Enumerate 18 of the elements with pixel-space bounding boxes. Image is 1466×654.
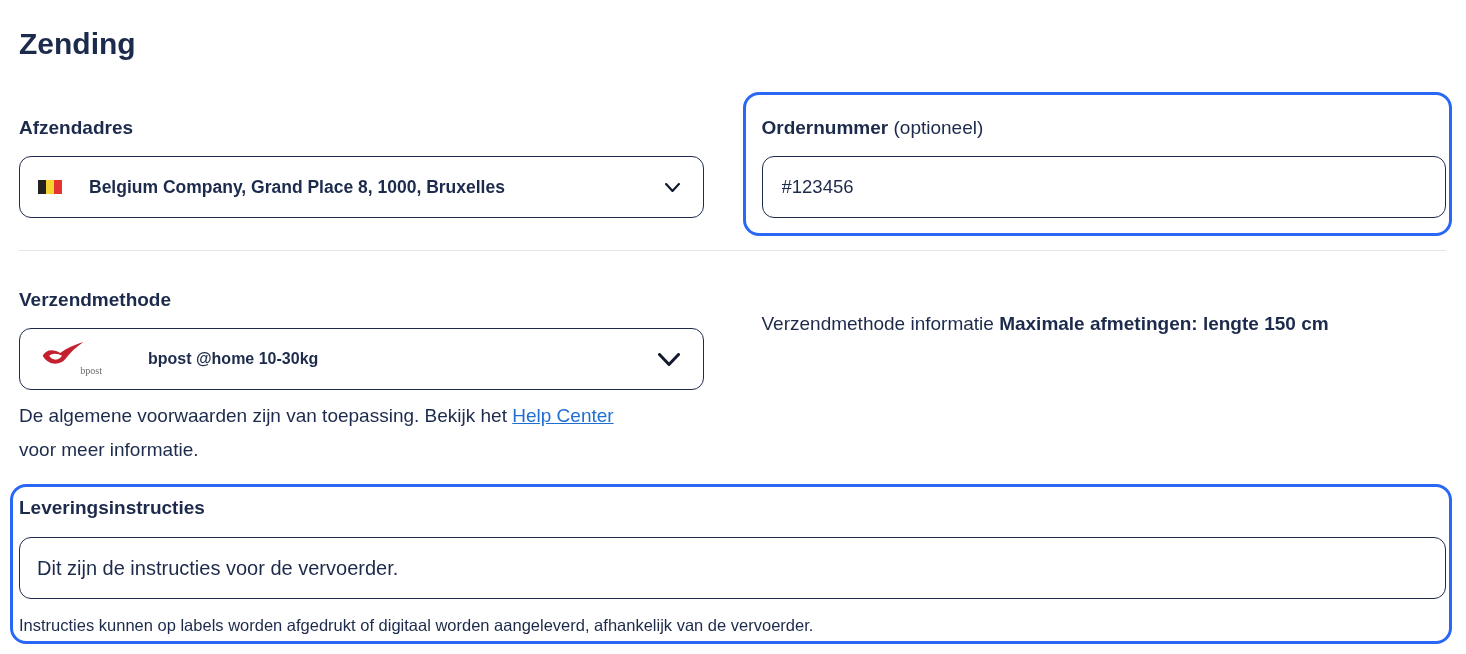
shipping-method-select[interactable]: bpost bpost @home 10-30kg bbox=[19, 328, 704, 390]
order-number-input[interactable]: #123456 bbox=[761, 156, 1446, 218]
chevron-down-icon bbox=[657, 352, 680, 366]
instructions-input[interactable]: Dit zijn de instructies voor de vervoerder. bbox=[19, 537, 1446, 599]
section-title: Zending bbox=[19, 26, 137, 62]
field-label: Leveringsinstructies bbox=[19, 497, 206, 519]
logo-text: bpost bbox=[80, 366, 102, 376]
flag-icon bbox=[38, 180, 62, 194]
swoosh-icon bbox=[40, 342, 86, 366]
hint-text: Instructies kunnen op labels worden afgedrukt of digitaal worden aangeleverd, afhankelijk van de vervoerder. bbox=[19, 615, 815, 635]
address-select[interactable]: Belgium Company, Grand Place 8, 1000, Bruxelles bbox=[19, 156, 704, 218]
terms-text: De algemene voorwaarden zijn van toepassing. Bekijk het Help Center voor meer informatie. bbox=[19, 404, 615, 462]
chevron-down-icon bbox=[664, 182, 680, 192]
field-label: Ordernummer (optioneel) bbox=[761, 117, 985, 139]
field-label: Verzendmethode bbox=[19, 289, 173, 311]
field-label: Afzendadres bbox=[19, 117, 135, 139]
help-center-link[interactable]: Help Center bbox=[512, 405, 614, 426]
shipping-info-text: Verzendmethode informatie Maximale afmetingen: lengte 150 cm bbox=[761, 312, 1330, 336]
